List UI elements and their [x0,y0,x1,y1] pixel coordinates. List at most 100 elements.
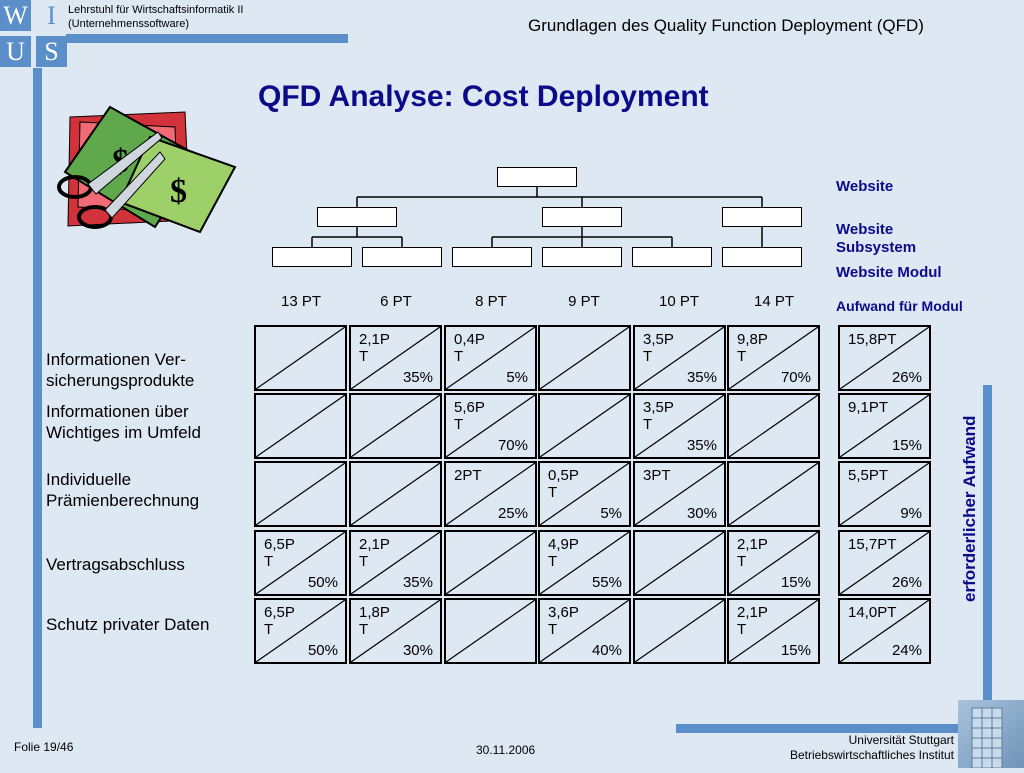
module-node [632,247,712,267]
cell-percent: 26% [891,369,922,386]
subsystem-node [317,207,397,227]
cell-percent: 15% [780,574,811,591]
matrix-cell: 9,8PT 70% [727,325,820,391]
cell-value: 5,6PT [454,399,485,433]
cell-percent: 35% [686,369,717,386]
cell-percent: 5% [506,369,528,386]
header-accent-bar [66,34,348,43]
matrix-cell: 2PT 25% [444,461,537,527]
legend-website: Website [836,178,894,195]
subsystem-node [542,207,622,227]
cell-value: 15,7PT [848,536,897,553]
module-cost: 6 PT [380,293,412,310]
matrix-cell: 2,1PT 35% [349,530,442,596]
matrix-cell [349,461,442,527]
cell-percent: 55% [591,574,622,591]
row-label-line-1: Informationen Ver- [46,350,186,369]
cell-diagonal [729,395,818,457]
cell-value: 5,5PT [848,467,889,484]
matrix-cell: 2,1PT 15% [727,598,820,664]
matrix-cell [254,325,347,391]
matrix-cell [254,461,347,527]
matrix-cell [444,530,537,596]
module-cost: 10 PT [658,293,700,310]
cell-value: 6,5PT [264,536,295,570]
slide-date: 30.11.2006 [476,743,536,757]
cell-percent: 35% [686,437,717,454]
cell-percent: 30% [686,505,717,522]
matrix-cell [727,461,820,527]
total-cell: 5,5PT 9% [838,461,931,527]
legend-module: Website Modul [836,264,942,281]
matrix-cell [727,393,820,459]
cell-percent: 24% [891,642,922,659]
legend-subsystem: Website Subsystem [836,221,916,257]
cell-diagonal [540,327,629,389]
subsystem-node [722,207,802,227]
cell-percent: 5% [600,505,622,522]
module-node [362,247,442,267]
left-accent-bar [33,68,42,728]
row-label: Informationen über Wichtiges im Umfeld [46,401,201,443]
website-hierarchy-tree [270,165,810,270]
cell-value: 6,5PT [264,604,295,638]
money-scissors-clipart: $ $ [50,102,240,242]
module-cost: 14 PT [753,293,795,310]
logo-w: W [0,0,31,31]
chair-line-1: Lehrstuhl für Wirtschaftsinformatik II [68,4,244,16]
matrix-cell [349,393,442,459]
matrix-cell [254,393,347,459]
side-label: erforderlicher Aufwand [960,415,979,602]
row-label-line-1: Informationen über [46,402,189,421]
matrix-cell: 3,6PT 40% [538,598,631,664]
cell-percent: 30% [402,642,433,659]
slide-number: Folie 19/46 [14,740,74,754]
logo-s: S [36,36,67,67]
building-image [958,700,1024,769]
cell-percent: 40% [591,642,622,659]
cell-value: 0,4PT [454,331,485,365]
cell-percent: 25% [497,505,528,522]
matrix-cell: 3,5PT 35% [633,325,726,391]
matrix-cell: 6,5PT 50% [254,530,347,596]
cell-value: 3,5PT [643,399,674,433]
cell-value: 0,5PT [548,467,579,501]
row-label: Vertragsabschluss [46,554,185,575]
matrix-cell [633,598,726,664]
total-cell: 9,1PT 15% [838,393,931,459]
module-cost: 9 PT [568,293,600,310]
legend-effort: Aufwand für Modul [836,298,963,314]
cell-value: 2,1PT [359,536,390,570]
cell-percent: 50% [307,574,338,591]
cell-diagonal [256,395,345,457]
chair-line-2: (Unternehmenssoftware) [68,18,190,30]
total-cell: 14,0PT 24% [838,598,931,664]
row-label: Individuelle Prämienberechnung [46,469,199,511]
university-line-1: Universität Stuttgart [848,733,954,747]
right-accent-bar [983,385,992,730]
cell-diagonal [351,463,440,525]
cell-value: 3,6PT [548,604,579,638]
header-title: Grundlagen des Quality Function Deployme… [528,16,924,35]
svg-text:$: $ [170,173,187,210]
row-label-line-2: sicherungsprodukte [46,371,195,390]
slide-title: QFD Analyse: Cost Deployment [258,80,709,113]
cell-diagonal [729,463,818,525]
cell-percent: 26% [891,574,922,591]
cell-percent: 50% [307,642,338,659]
total-cell: 15,7PT 26% [838,530,931,596]
cell-diagonal [256,463,345,525]
row-label-line-1: Schutz privater Daten [46,615,210,634]
logo-i: I [47,1,56,30]
cell-diagonal [635,532,724,594]
cell-value: 2,1PT [737,604,768,638]
cell-value: 1,8PT [359,604,390,638]
footer-accent-bar [676,724,966,733]
matrix-cell: 5,6PT 70% [444,393,537,459]
cell-diagonal [540,395,629,457]
legend-subsystem-line-2: Subsystem [836,239,917,256]
matrix-cell: 3PT 30% [633,461,726,527]
cell-value: 9,1PT [848,399,889,416]
cell-percent: 9% [900,505,922,522]
row-label: Informationen Ver- sicherungsprodukte [46,349,194,391]
